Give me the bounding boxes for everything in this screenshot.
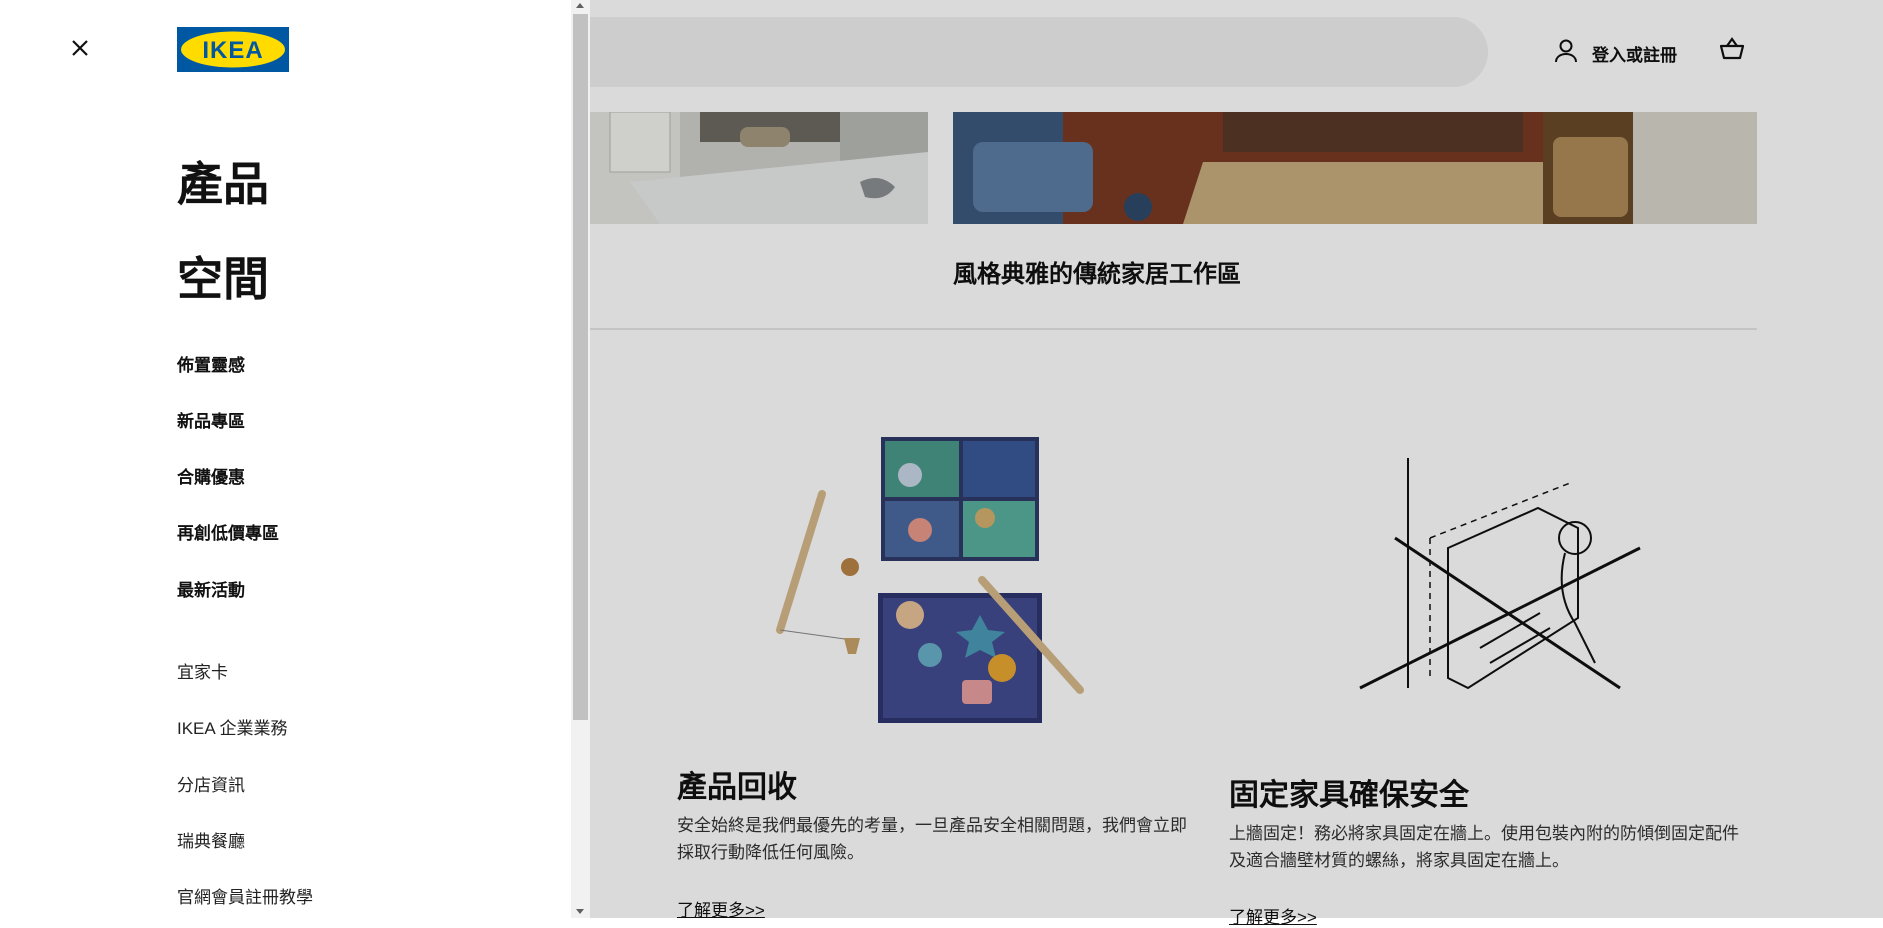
- menu-item-bundle-offers[interactable]: 合購優惠: [177, 463, 245, 488]
- ikea-logo[interactable]: IKEA: [177, 27, 289, 72]
- menu-item-member-guide[interactable]: 官網會員註冊教學: [177, 883, 313, 908]
- menu-item-events[interactable]: 最新活動: [177, 576, 245, 601]
- menu-item-restaurant[interactable]: 瑞典餐廳: [177, 827, 245, 852]
- menu-scrollbar[interactable]: [571, 0, 590, 918]
- menu-item-ikea-card[interactable]: 宜家卡: [177, 658, 228, 683]
- svg-text:IKEA: IKEA: [202, 37, 263, 64]
- menu-item-inspiration[interactable]: 佈置靈感: [177, 351, 245, 376]
- menu-item-lower-price[interactable]: 再創低價專區: [177, 519, 279, 544]
- menu-item-new[interactable]: 新品專區: [177, 407, 245, 432]
- side-menu: IKEA 產品 空間 佈置靈感 新品專區 合購優惠 再創低價專區 最新活動 宜家…: [0, 0, 571, 918]
- close-icon: [71, 39, 89, 62]
- menu-item-rooms[interactable]: 空間: [177, 243, 269, 309]
- scroll-up-icon[interactable]: [576, 3, 584, 8]
- menu-item-products[interactable]: 產品: [177, 148, 269, 214]
- scroll-down-icon[interactable]: [576, 909, 584, 914]
- close-button[interactable]: [64, 34, 96, 66]
- scroll-thumb[interactable]: [573, 14, 588, 720]
- menu-item-business[interactable]: IKEA 企業業務: [177, 714, 288, 739]
- menu-item-stores[interactable]: 分店資訊: [177, 771, 245, 796]
